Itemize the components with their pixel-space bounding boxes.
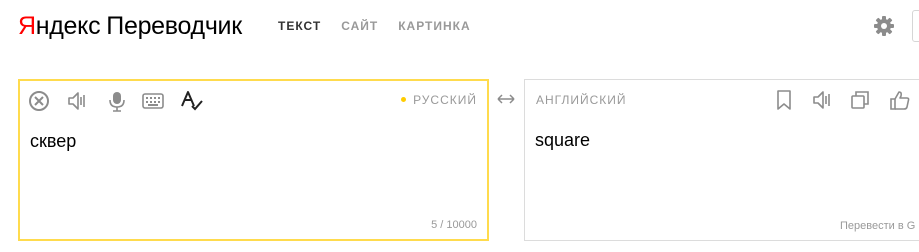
spellcheck-icon[interactable] [180, 90, 204, 112]
tab-text[interactable]: ТЕКСТ [278, 19, 321, 33]
target-panel: АНГЛИЙСКИЙ square Перевести в G [524, 79, 919, 241]
bookmark-icon[interactable] [774, 89, 794, 111]
language-indicator-dot [401, 97, 407, 103]
thumbs-up-icon[interactable] [889, 89, 911, 111]
source-language-selector[interactable]: РУССКИЙ [401, 93, 477, 107]
logo[interactable]: Яндекс Переводчик [18, 10, 242, 42]
translator-page: Яндекс Переводчик ТЕКСТ САЙТ КАРТИНКА РУ… [0, 0, 919, 252]
logo-brand-first: Я [18, 12, 36, 40]
source-panel: РУССКИЙ сквер 5 / 10000 [18, 79, 489, 241]
logo-product: Переводчик [106, 12, 242, 40]
login-button[interactable] [912, 10, 919, 42]
mode-tabs: ТЕКСТ САЙТ КАРТИНКА [278, 19, 491, 33]
translation-output: square [535, 130, 591, 150]
copy-icon[interactable] [849, 89, 871, 111]
char-counter: 5 / 10000 [431, 219, 477, 231]
source-language-label: РУССКИЙ [413, 93, 477, 107]
logo-brand-rest: ндекс [35, 12, 101, 40]
tab-site[interactable]: САЙТ [341, 19, 378, 33]
target-language-selector[interactable]: АНГЛИЙСКИЙ [536, 93, 627, 107]
tab-image[interactable]: КАРТИНКА [398, 19, 470, 33]
source-text-input[interactable]: сквер [30, 131, 76, 152]
clear-icon[interactable] [28, 90, 50, 112]
translate-in-link[interactable]: Перевести в G [840, 220, 915, 232]
swap-arrows-icon[interactable] [496, 93, 516, 105]
speaker-icon[interactable] [67, 90, 89, 112]
microphone-icon[interactable] [106, 90, 128, 112]
keyboard-icon[interactable] [142, 91, 164, 111]
gear-icon[interactable] [872, 14, 896, 38]
target-speaker-icon[interactable] [812, 89, 834, 111]
